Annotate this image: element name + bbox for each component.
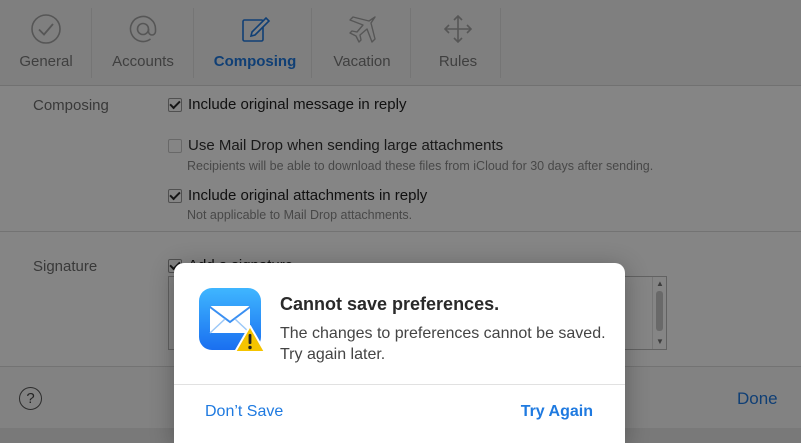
dialog-divider — [174, 384, 625, 385]
dont-save-button[interactable]: Don’t Save — [205, 403, 283, 421]
dialog-title: Cannot save preferences. — [280, 294, 500, 314]
alert-dialog: Cannot save preferences. The changes to … — [174, 263, 625, 443]
dialog-message: The changes to preferences cannot be sav… — [280, 325, 606, 363]
warning-icon — [234, 325, 266, 353]
try-again-button[interactable]: Try Again — [521, 403, 593, 421]
